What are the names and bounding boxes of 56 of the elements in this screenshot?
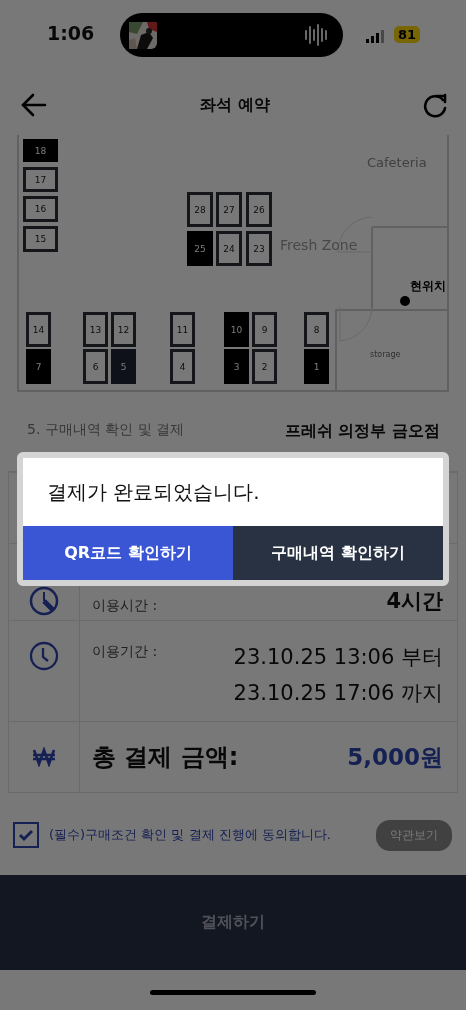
seat[interactable]: 18 <box>23 139 58 162</box>
seat[interactable]: 13 <box>83 312 108 347</box>
seat[interactable]: 6 <box>83 349 108 384</box>
clock-icon <box>29 641 59 671</box>
room-label: storage <box>370 350 401 359</box>
seat[interactable]: 2 <box>252 349 277 384</box>
seat[interactable]: 17 <box>23 167 58 192</box>
agree-checkbox[interactable] <box>13 822 39 848</box>
seat[interactable]: 26 <box>246 192 272 227</box>
seat[interactable]: 15 <box>23 226 58 252</box>
back-arrow-icon <box>20 91 48 119</box>
seat[interactable]: 10 <box>224 312 249 347</box>
seat[interactable]: 28 <box>187 192 213 227</box>
signal-icon <box>366 29 384 43</box>
seat[interactable]: 24 <box>216 231 242 266</box>
seat[interactable]: 11 <box>170 312 195 347</box>
waveform-icon <box>304 22 328 48</box>
refresh-icon <box>422 92 448 118</box>
zone-label: Cafeteria <box>367 155 427 170</box>
back-button[interactable] <box>20 91 48 119</box>
period-value: 23.10.25 17:06 까지 <box>233 680 443 707</box>
status-time: 1:06 <box>47 22 95 44</box>
seat[interactable]: 8 <box>304 312 329 347</box>
page-title: 좌석 예약 <box>200 94 270 116</box>
section-title: 5. 구매내역 확인 및 결제 <box>27 421 185 439</box>
seat[interactable]: 3 <box>224 349 249 384</box>
usage-time-value: 4시간 <box>386 588 443 615</box>
seat[interactable]: 23 <box>246 231 272 266</box>
period-value: 23.10.25 13:06 부터 <box>233 644 443 671</box>
agreement-text: (필수)구매조건 확인 및 결제 진행에 동의합니다. <box>49 826 332 844</box>
seat[interactable]: 25 <box>187 231 213 266</box>
seat[interactable]: 14 <box>26 312 51 347</box>
seat[interactable]: 9 <box>252 312 277 347</box>
checkmark-icon <box>18 828 34 842</box>
seat[interactable]: 1 <box>304 349 329 384</box>
refresh-button[interactable] <box>422 92 448 118</box>
battery-level: 81 <box>394 26 421 43</box>
dialog-button[interactable]: QR코드 확인하기 <box>23 526 233 580</box>
store-name: 프레쉬 의정부 금오점 <box>284 421 440 442</box>
seat[interactable]: 16 <box>23 196 58 222</box>
seat[interactable]: 27 <box>216 192 242 227</box>
seat[interactable]: 4 <box>170 349 195 384</box>
total-amount: 5,000원 <box>347 742 443 772</box>
seat[interactable]: 5 <box>111 349 136 384</box>
seat[interactable]: 7 <box>26 349 51 384</box>
location-dot <box>400 296 410 306</box>
location-label: 현위치 <box>410 278 446 295</box>
seat[interactable]: 12 <box>111 312 136 347</box>
usage-period-label: 이용기간 : <box>92 643 158 661</box>
total-label: 총 결제 금액: <box>92 742 239 773</box>
pay-button[interactable]: 결제하기 <box>0 875 466 970</box>
dialog-button[interactable]: 구매내역 확인하기 <box>233 526 443 580</box>
dialog-message: 결제가 완료되었습니다. <box>46 478 261 506</box>
clock-icon <box>29 586 59 616</box>
usage-time-label: 이용시간 : <box>92 597 158 615</box>
won-icon <box>32 747 56 767</box>
